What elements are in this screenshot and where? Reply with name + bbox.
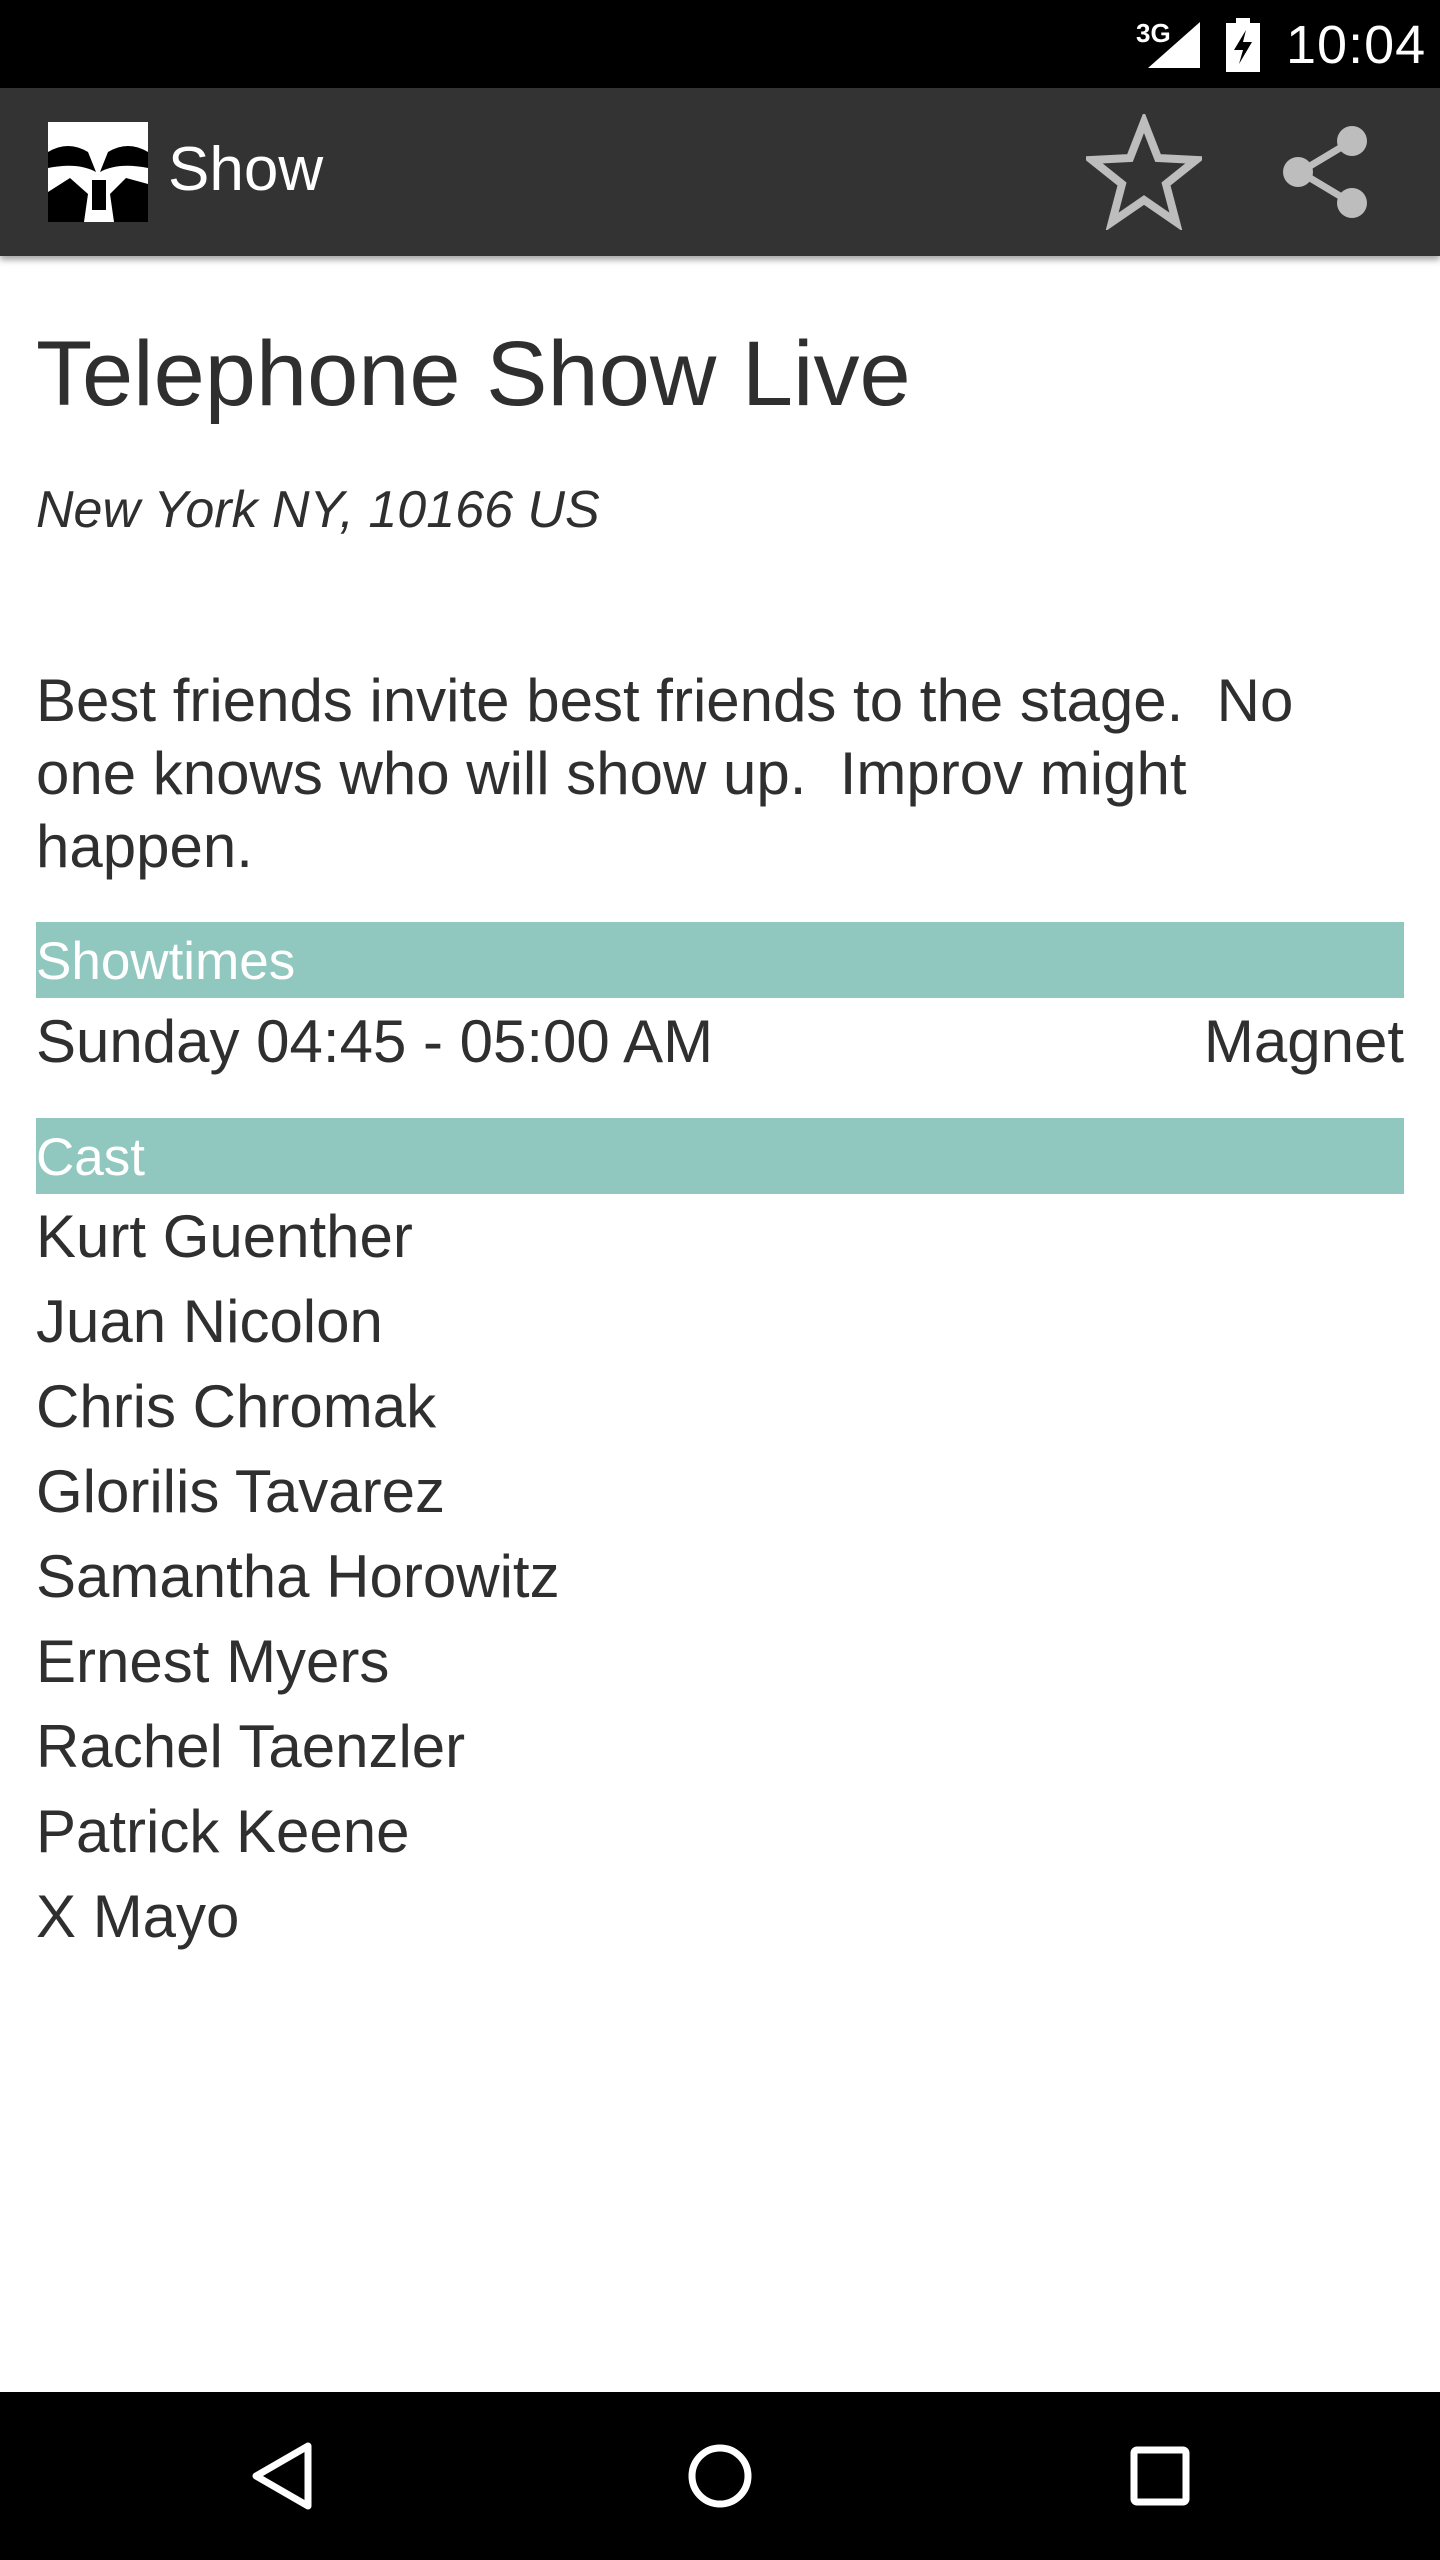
cast-member[interactable]: X Mayo [36, 1874, 560, 1959]
star-outline-icon[interactable] [1086, 114, 1202, 230]
cast-member[interactable]: Chris Chromak [36, 1364, 560, 1449]
status-bar: 3G 10:04 [0, 0, 1440, 88]
navigation-bar [0, 2392, 1440, 2560]
action-bar-title: Show [168, 135, 324, 204]
signal-icon [1148, 22, 1200, 68]
cast-member[interactable]: Rachel Taenzler [36, 1704, 560, 1789]
cast-list: Kurt Guenther Juan Nicolon Chris Chromak… [36, 1194, 560, 1959]
recents-icon[interactable] [1110, 2426, 1210, 2526]
cast-member[interactable]: Glorilis Tavarez [36, 1449, 560, 1534]
show-title: Telephone Show Live [36, 323, 911, 425]
action-bar: Show [0, 88, 1440, 256]
showtime-venue: Magnet [1203, 1008, 1404, 1075]
back-icon[interactable] [230, 2426, 330, 2526]
cast-member[interactable]: Patrick Keene [36, 1789, 560, 1874]
cast-member[interactable]: Samantha Horowitz [36, 1534, 560, 1619]
battery-charging-icon [1226, 18, 1260, 72]
cast-member[interactable]: Kurt Guenther [36, 1194, 560, 1279]
clock: 10:04 [1286, 15, 1427, 75]
home-icon[interactable] [670, 2426, 770, 2526]
show-description: Best friends invite best friends to the … [36, 667, 1311, 880]
showtime-row[interactable]: Sunday 04:45 - 05:00 AM Magnet [36, 1004, 1404, 1080]
cast-member[interactable]: Juan Nicolon [36, 1279, 560, 1364]
cast-member[interactable]: Ernest Myers [36, 1619, 560, 1704]
show-location: New York NY, 10166 US [36, 481, 600, 539]
showtime-time: Sunday 04:45 - 05:00 AM [36, 1008, 714, 1075]
share-icon[interactable] [1278, 124, 1374, 220]
cast-header: Cast [36, 1118, 1404, 1194]
app-logo-icon[interactable] [48, 122, 148, 222]
showtimes-header: Showtimes [36, 922, 1404, 998]
